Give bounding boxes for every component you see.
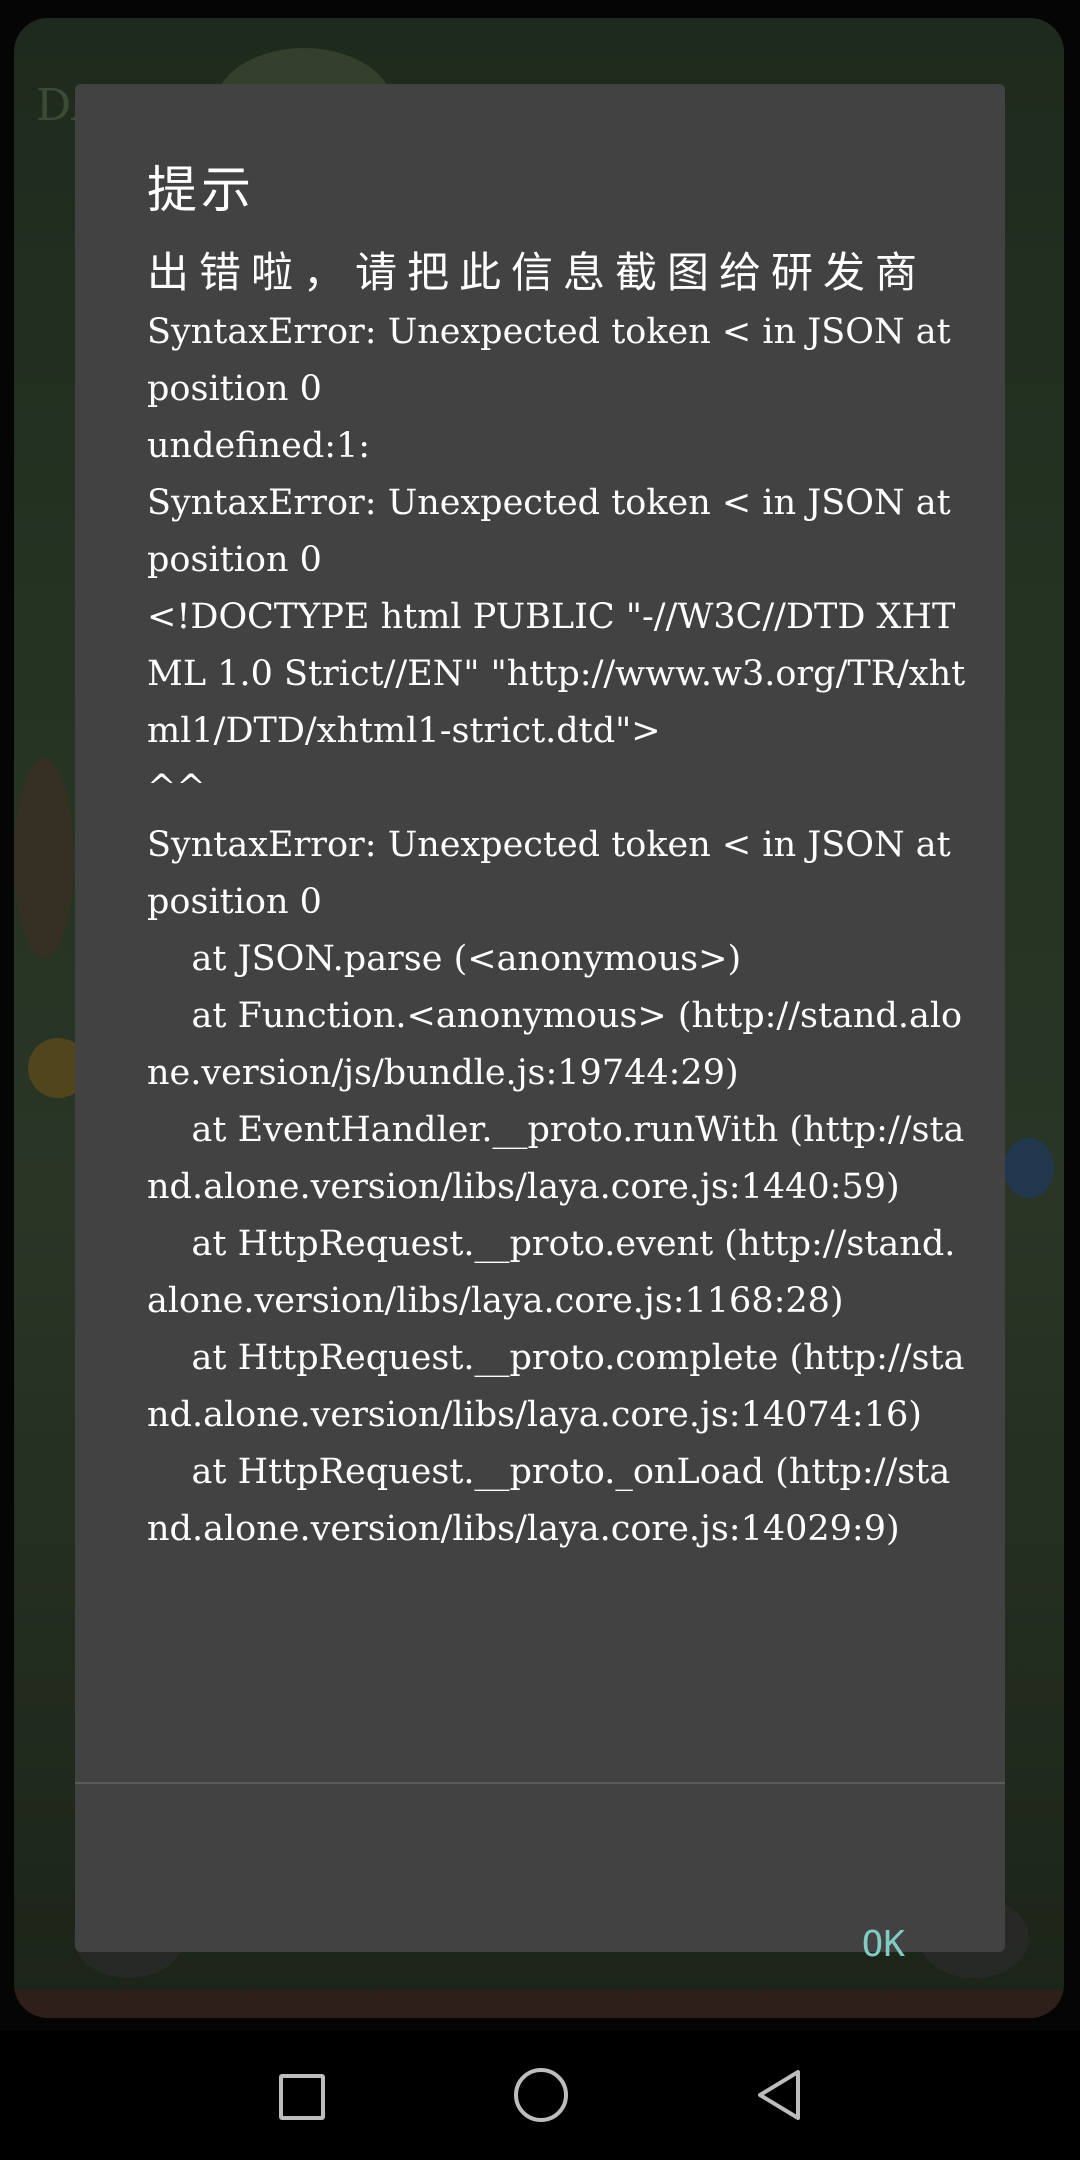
background-decoration [14, 758, 74, 958]
dialog-message-header: 出错啦，请把此信息截图给研发商 [147, 248, 928, 297]
circle-home-icon[interactable] [514, 2068, 568, 2122]
error-dialog: 提示 出错啦，请把此信息截图给研发商 SyntaxError: Unexpect… [75, 84, 1005, 1965]
system-navigation-bar [0, 2030, 1080, 2160]
background-decoration [1004, 1138, 1054, 1198]
dialog-title: 提示 [147, 161, 255, 219]
dialog-message-body: SyntaxError: Unexpected token < in JSON … [147, 312, 966, 1549]
triangle-back-icon[interactable] [754, 2068, 804, 2122]
square-recent-apps-icon[interactable] [279, 2074, 325, 2120]
dialog-message-scroll[interactable]: 出错啦，请把此信息截图给研发商 SyntaxError: Unexpected … [75, 244, 1005, 1866]
dialog-divider [75, 1782, 1005, 1784]
ok-button[interactable]: OK [846, 1914, 921, 1975]
background-bottom-bar [14, 1990, 1064, 2018]
